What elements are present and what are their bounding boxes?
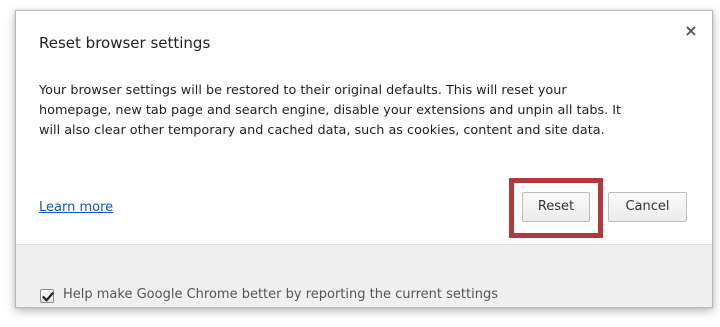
close-icon[interactable]: × [683,23,699,39]
dialog-title: Reset browser settings [39,34,211,52]
cancel-button[interactable]: Cancel [608,192,687,222]
reset-settings-dialog: Reset browser settings × Your browser se… [15,10,713,308]
reset-button[interactable]: Reset [522,192,590,222]
dialog-description: Your browser settings will be restored t… [39,83,622,138]
feedback-checkbox[interactable] [40,289,54,303]
checkmark-icon [42,292,54,302]
feedback-checkbox-label: Help make Google Chrome better by report… [63,287,498,302]
learn-more-link[interactable]: Learn more [39,200,113,215]
dialog-footer: Help make Google Chrome better by report… [16,244,712,307]
